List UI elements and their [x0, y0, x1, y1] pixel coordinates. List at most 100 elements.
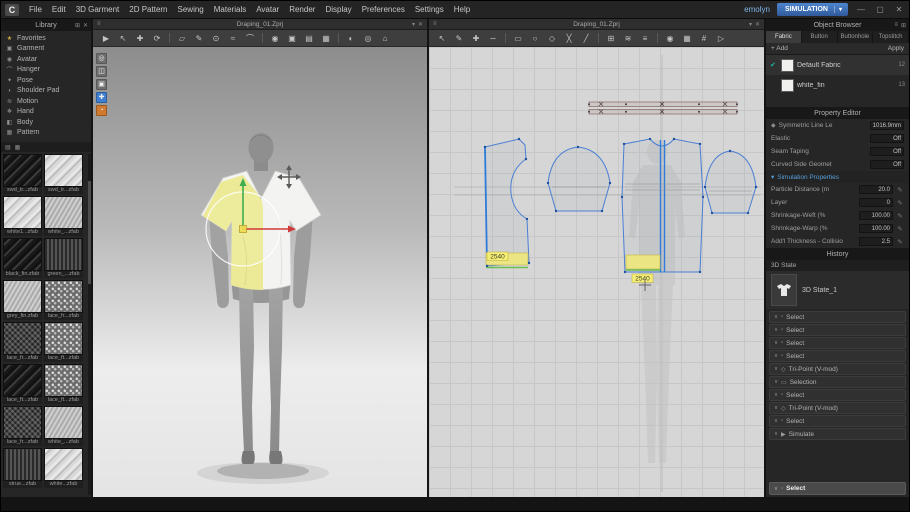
style-icon[interactable]: ✚: [96, 92, 107, 103]
fabric-thumbnail[interactable]: lace_ft...zfab: [3, 364, 42, 404]
viewport-2d-tab[interactable]: ≡ Draping_01.Zprj ▾ ✕: [429, 19, 764, 30]
minimize-button[interactable]: —: [855, 5, 867, 14]
tab-fabric[interactable]: Fabric: [766, 31, 802, 43]
translate-gizmo-icon[interactable]: ✚: [132, 31, 148, 46]
history-row[interactable]: ∨◇Tri-Point (V-mod): [769, 363, 906, 375]
menu-2d-pattern[interactable]: 2D Pattern: [124, 5, 172, 14]
pattern-piece-sleeve-right[interactable]: [705, 151, 756, 213]
fabric-thumbnail[interactable]: lace_fr...zfab: [44, 280, 83, 320]
tab-buttonhole[interactable]: Buttonhole: [838, 31, 874, 43]
fabric-thumbnail[interactable]: swd_tr...zfab: [3, 154, 42, 194]
sewing-tool-icon[interactable]: ≈: [225, 31, 241, 46]
property-toggle[interactable]: Off: [870, 160, 904, 169]
menu-edit[interactable]: Edit: [47, 5, 71, 14]
fabric-thumbnail[interactable]: swd_tr...zfab: [44, 154, 83, 194]
add-fabric-button[interactable]: + Add: [771, 45, 788, 52]
tab-menu-icon[interactable]: ≡: [433, 21, 437, 27]
menu-render[interactable]: Render: [284, 5, 320, 14]
chevron-down-icon[interactable]: ▾: [749, 21, 752, 28]
add-point-icon[interactable]: ✚: [468, 31, 484, 46]
snap-toggle-icon[interactable]: #: [696, 31, 712, 46]
history-row[interactable]: ∨▫Select: [769, 324, 906, 336]
menu-icon[interactable]: ≡: [894, 22, 898, 28]
library-item-pose[interactable]: ✦Pose: [1, 75, 91, 86]
property-input[interactable]: 2.5: [859, 237, 893, 246]
menu-sewing[interactable]: Sewing: [173, 5, 209, 14]
grid-toggle-icon[interactable]: ▦: [679, 31, 695, 46]
viewport-3d-canvas[interactable]: ◎ ◫ ▣ ✚ ◔: [93, 47, 427, 497]
viewport-3d-tab[interactable]: ≡ Draping_01.Zprj ▾ ✕: [93, 19, 427, 30]
simulation-properties-section[interactable]: ▾ Simulation Properties: [766, 171, 909, 183]
camera-icon[interactable]: ◎: [360, 31, 376, 46]
maximize-button[interactable]: ▢: [874, 5, 886, 14]
edit-pencil-icon[interactable]: ✎: [896, 212, 904, 220]
mesh-surface-icon[interactable]: ▦: [318, 31, 334, 46]
library-scrollbar[interactable]: [88, 154, 91, 495]
history-row[interactable]: ∨▫Select: [769, 350, 906, 362]
simulate-2d-icon[interactable]: ▷: [713, 31, 729, 46]
seam-tool-icon[interactable]: ≋: [620, 31, 636, 46]
history-3d-state-item[interactable]: 3D State_1: [766, 271, 909, 309]
property-input[interactable]: 100.00: [859, 224, 893, 233]
library-item-hand[interactable]: ❖Hand: [1, 107, 91, 118]
fabric-thumbnail[interactable]: white_...zfab: [44, 406, 83, 446]
menu-3d-garment[interactable]: 3D Garment: [71, 5, 125, 14]
simulation-button[interactable]: SIMULATION ▾: [777, 3, 848, 16]
fabric-row-white-fin[interactable]: white_fin 13: [766, 75, 909, 95]
property-toggle[interactable]: Off: [870, 147, 904, 156]
list-view-icon[interactable]: ▤: [5, 144, 11, 151]
fabric-thumbnail[interactable]: grey_fin.zfab: [3, 280, 42, 320]
pen-tool-icon[interactable]: ✎: [191, 31, 207, 46]
pattern-piece-center[interactable]: [622, 139, 703, 272]
fabric-thumbnail[interactable]: lace_ft...zfab: [44, 322, 83, 362]
menu-preferences[interactable]: Preferences: [357, 5, 410, 14]
pattern-piece-front-left[interactable]: [485, 139, 529, 268]
fabric-thumbnail[interactable]: black_fin.zfab: [3, 238, 42, 278]
internal-line-icon[interactable]: ╱: [578, 31, 594, 46]
grading-icon[interactable]: ≡: [637, 31, 653, 46]
history-row[interactable]: ∨▫Select: [769, 389, 906, 401]
close-button[interactable]: ✕: [893, 5, 905, 14]
fabric-thumbnail[interactable]: white_...zfab: [44, 196, 83, 236]
scale-gizmo-icon[interactable]: ▱: [174, 31, 190, 46]
hem-band-highlight[interactable]: [626, 255, 660, 269]
library-item-motion[interactable]: ≋Motion: [1, 96, 91, 107]
menu-materials[interactable]: Materials: [209, 5, 251, 14]
library-item-body[interactable]: ◧Body: [1, 117, 91, 128]
transform-pattern-icon[interactable]: ↖: [434, 31, 450, 46]
chevron-down-icon[interactable]: ▾: [412, 21, 415, 28]
library-item-avatar[interactable]: ◉Avatar: [1, 54, 91, 65]
colorway-icon[interactable]: ▣: [96, 79, 107, 90]
history-row[interactable]: ∨◇Tri-Point (V-mod): [769, 402, 906, 414]
edit-pattern-icon[interactable]: ✎: [451, 31, 467, 46]
history-row[interactable]: ∨▫Select: [769, 415, 906, 427]
tab-button[interactable]: Button: [802, 31, 838, 43]
property-input[interactable]: 100.00: [859, 211, 893, 220]
edit-pencil-icon[interactable]: ✎: [896, 238, 904, 246]
show-garment-icon[interactable]: ▣: [284, 31, 300, 46]
show-avatar-2d-icon[interactable]: ◉: [662, 31, 678, 46]
fabric-thumbnail[interactable]: lace_fr...zfab: [3, 322, 42, 362]
neckband-pattern[interactable]: [588, 102, 738, 114]
show-avatar-icon[interactable]: ◉: [267, 31, 283, 46]
rectangle-tool-icon[interactable]: ▭: [510, 31, 526, 46]
menu-settings[interactable]: Settings: [410, 5, 449, 14]
shadow-toggle-icon[interactable]: ◐: [343, 31, 359, 46]
grid-view-icon[interactable]: ▦: [15, 144, 21, 151]
fabric-row-default[interactable]: ✔ Default Fabric 12: [766, 55, 909, 75]
close-icon[interactable]: ✕: [83, 22, 88, 29]
library-item-hanger[interactable]: ⌒Hanger: [1, 65, 91, 76]
fabric-thumbnail[interactable]: white...zfab: [44, 448, 83, 488]
property-toggle[interactable]: Off: [870, 134, 904, 143]
edit-pencil-icon[interactable]: ✎: [896, 199, 904, 207]
history-row[interactable]: ∨▶Simulate: [769, 428, 906, 440]
fabric-thumbnail[interactable]: white1...zfab: [3, 196, 42, 236]
pin-tool-icon[interactable]: ⊙: [208, 31, 224, 46]
fabric-thumbnail[interactable]: green_...zfab: [44, 238, 83, 278]
viewport-2d-canvas[interactable]: 2540 2540: [429, 47, 764, 497]
reset-view-icon[interactable]: ⌂: [377, 31, 393, 46]
menu-avatar[interactable]: Avatar: [251, 5, 284, 14]
menu-display[interactable]: Display: [320, 5, 356, 14]
rotate-gizmo-icon[interactable]: ⟳: [149, 31, 165, 46]
tab-topstitch[interactable]: Topstitch: [873, 31, 909, 43]
